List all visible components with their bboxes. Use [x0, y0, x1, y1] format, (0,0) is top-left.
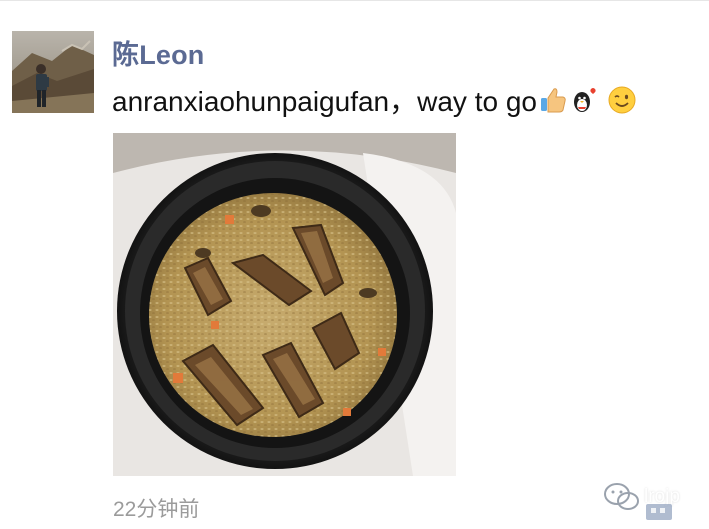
avatar[interactable] [12, 31, 94, 113]
watermark: lrojp [602, 480, 709, 525]
post-text: anranxiaohunpaigufan，way to go [112, 80, 637, 122]
wechat-logo-icon [604, 483, 639, 510]
post-text-content: anranxiaohunpaigufan，way to go [112, 86, 537, 117]
post-photo[interactable] [113, 133, 456, 476]
top-divider [0, 0, 709, 1]
winking-face-icon [607, 85, 637, 122]
penguin-heart-icon [569, 85, 599, 122]
thumbs-up-icon [538, 85, 568, 122]
username[interactable]: 陈Leon [112, 33, 205, 72]
watermark-badge-icon [646, 504, 672, 520]
timestamp: 22分钟前 [113, 498, 200, 521]
